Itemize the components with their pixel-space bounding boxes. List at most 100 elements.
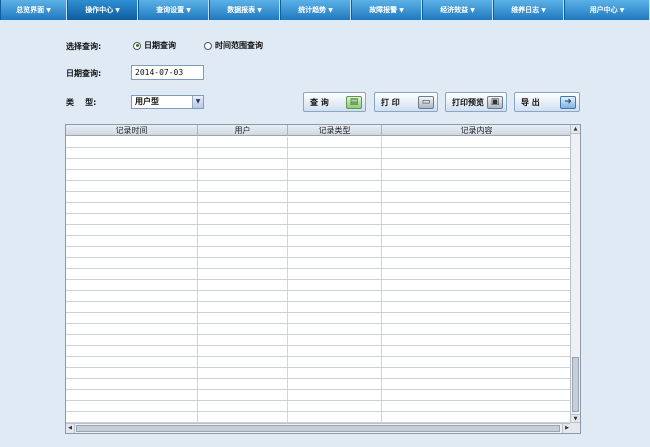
- table-cell: [66, 170, 198, 180]
- scroll-up-icon[interactable]: ▲: [571, 125, 580, 134]
- date-label: 日期查询:: [66, 69, 102, 78]
- table-cell: [198, 159, 288, 169]
- table-row[interactable]: [66, 357, 571, 368]
- table-row[interactable]: [66, 401, 571, 412]
- table-cell: [198, 412, 288, 422]
- column-header-record-type[interactable]: 记录类型: [288, 125, 382, 136]
- table-row[interactable]: [66, 236, 571, 247]
- scroll-left-icon[interactable]: ◀: [66, 424, 75, 433]
- table-cell: [382, 401, 571, 411]
- chevron-down-icon[interactable]: ▼: [192, 96, 203, 108]
- table-row[interactable]: [66, 148, 571, 159]
- table-row[interactable]: [66, 258, 571, 269]
- table-row[interactable]: [66, 324, 571, 335]
- table-cell: [288, 269, 382, 279]
- table-row[interactable]: [66, 335, 571, 346]
- table-cell: [382, 148, 571, 158]
- table-cell: [288, 313, 382, 323]
- records-table: 记录时间 用户 记录类型 记录内容 ▲ ▼ ◀ ▶: [65, 124, 581, 434]
- table-cell: [382, 258, 571, 268]
- table-row[interactable]: [66, 192, 571, 203]
- table-row[interactable]: [66, 280, 571, 291]
- type-select-value: 用户型: [135, 97, 159, 106]
- table-row[interactable]: [66, 269, 571, 280]
- radio-date-query[interactable]: 日期查询: [133, 40, 176, 51]
- table-row[interactable]: [66, 313, 571, 324]
- table-row[interactable]: [66, 181, 571, 192]
- table-row[interactable]: [66, 247, 571, 258]
- nav-item-trends[interactable]: 统计趋势 ▼: [280, 0, 351, 20]
- table-cell: [198, 291, 288, 301]
- nav-item-economics[interactable]: 经济效益 ▼: [422, 0, 493, 20]
- table-cell: [198, 192, 288, 202]
- table-cell: [288, 390, 382, 400]
- print-preview-button[interactable]: 打印预览 ▣: [445, 92, 507, 112]
- table-cell: [288, 159, 382, 169]
- table-cell: [198, 269, 288, 279]
- table-cell: [198, 357, 288, 367]
- table-cell: [382, 236, 571, 246]
- horizontal-scrollbar[interactable]: ◀ ▶: [66, 423, 571, 433]
- chevron-down-icon: ▼: [46, 6, 51, 14]
- type-select[interactable]: 用户型 ▼: [131, 95, 204, 109]
- table-row[interactable]: [66, 214, 571, 225]
- table-cell: [382, 324, 571, 334]
- nav-item-maintenance-log[interactable]: 维养日志 ▼: [493, 0, 564, 20]
- table-body: [66, 137, 571, 423]
- table-cell: [382, 137, 571, 147]
- table-row[interactable]: [66, 170, 571, 181]
- table-cell: [66, 368, 198, 378]
- column-header-record-time[interactable]: 记录时间: [66, 125, 198, 136]
- table-row[interactable]: [66, 137, 571, 148]
- table-row[interactable]: [66, 368, 571, 379]
- table-row[interactable]: [66, 390, 571, 401]
- table-row[interactable]: [66, 203, 571, 214]
- table-cell: [288, 181, 382, 191]
- query-button[interactable]: 查 询 ▤: [303, 92, 366, 112]
- nav-item-reports[interactable]: 数据报表 ▼: [209, 0, 280, 20]
- table-cell: [382, 247, 571, 257]
- table-cell: [288, 346, 382, 356]
- table-row[interactable]: [66, 302, 571, 313]
- table-row[interactable]: [66, 159, 571, 170]
- table-cell: [288, 401, 382, 411]
- table-cell: [66, 412, 198, 422]
- table-cell: [66, 390, 198, 400]
- table-row[interactable]: [66, 291, 571, 302]
- table-cell: [66, 401, 198, 411]
- table-cell: [288, 170, 382, 180]
- nav-item-label: 用户中心: [589, 6, 618, 14]
- table-row[interactable]: [66, 379, 571, 390]
- table-header: 记录时间 用户 记录类型 记录内容: [66, 125, 571, 136]
- export-button-label: 导 出: [521, 97, 540, 107]
- table-row[interactable]: [66, 225, 571, 236]
- table-cell: [66, 379, 198, 389]
- column-header-user[interactable]: 用户: [198, 125, 288, 136]
- horizontal-scroll-thumb[interactable]: [76, 425, 560, 432]
- nav-item-query-settings[interactable]: 查询设置 ▼: [138, 0, 209, 20]
- chevron-down-icon: ▼: [541, 6, 546, 14]
- column-header-record-content[interactable]: 记录内容: [382, 125, 571, 136]
- table-cell: [66, 258, 198, 268]
- radio-range-query[interactable]: 时间范围查询: [204, 40, 263, 51]
- table-cell: [66, 280, 198, 290]
- radio-range-label: 时间范围查询: [215, 41, 263, 50]
- table-row[interactable]: [66, 412, 571, 423]
- table-row[interactable]: [66, 346, 571, 357]
- nav-item-overview[interactable]: 总览界面 ▼: [0, 0, 67, 20]
- nav-item-user-center[interactable]: 用户中心 ▼: [564, 0, 650, 20]
- nav-item-operations[interactable]: 操作中心 ▼: [67, 0, 138, 20]
- table-cell: [66, 181, 198, 191]
- vertical-scroll-thumb[interactable]: [572, 357, 579, 412]
- vertical-scrollbar[interactable]: ▲ ▼: [570, 125, 580, 423]
- table-cell: [198, 247, 288, 257]
- export-button[interactable]: 导 出 ➜: [514, 92, 580, 112]
- print-button[interactable]: 打 印 ▭: [374, 92, 438, 112]
- table-cell: [66, 203, 198, 213]
- date-input[interactable]: 2014-07-03: [131, 65, 204, 80]
- nav-item-alarms[interactable]: 故障报警 ▼: [351, 0, 422, 20]
- radio-checked-icon: [133, 41, 141, 50]
- scroll-down-icon[interactable]: ▼: [571, 414, 580, 423]
- table-cell: [198, 137, 288, 147]
- table-cell: [66, 148, 198, 158]
